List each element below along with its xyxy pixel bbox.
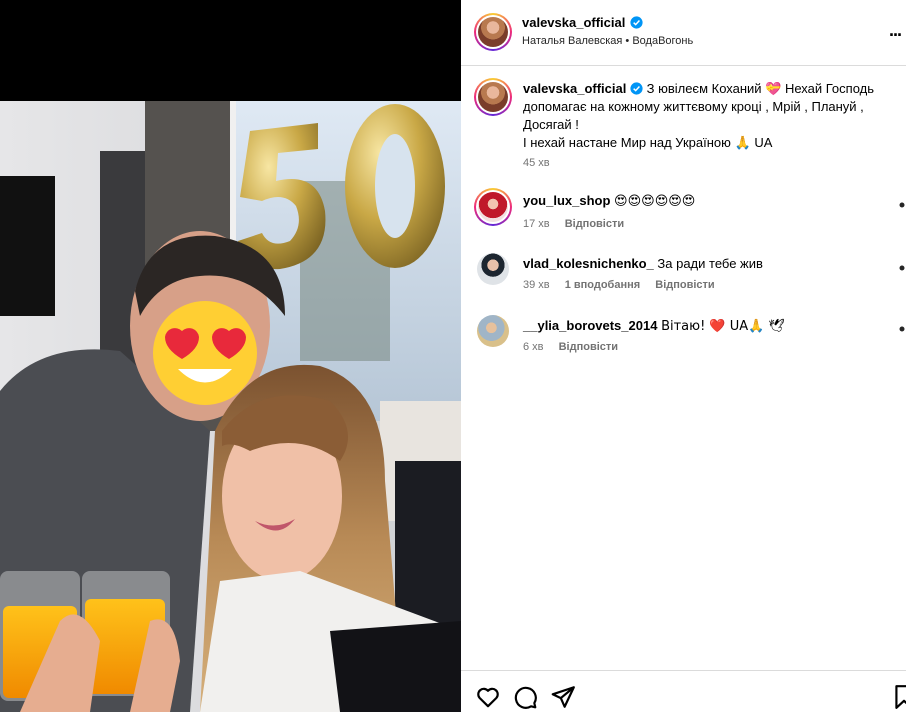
author-username[interactable]: valevska_official (522, 15, 625, 30)
comment-meta: 39 хв 1 вподобання Відповісти (523, 279, 727, 291)
comment-text: Вітаю! ❤️ UA🙏 🕊 (661, 319, 785, 334)
bookmark-icon[interactable] (891, 684, 906, 710)
comment-time: 39 хв (523, 279, 550, 291)
comment-item: you_lux_shop 😍😍😍😍😍😍 (523, 192, 695, 211)
comment-time: 6 хв (523, 341, 544, 353)
comment-text: 😍😍😍😍😍😍 (614, 194, 696, 209)
caption-line-2: допомагає на кожному життєвому кроці , М… (523, 99, 864, 114)
post-photo[interactable] (0, 101, 461, 712)
heart-icon[interactable] (898, 325, 906, 333)
more-icon[interactable]: ... (889, 20, 902, 41)
comment-icon[interactable] (512, 684, 538, 710)
comment-likes[interactable]: 1 вподобання (565, 279, 640, 291)
caption-timestamp: 45 хв (523, 157, 550, 169)
comment-meta: 17 хв Відповісти (523, 218, 636, 230)
comment-meta: 6 хв Відповісти (523, 341, 630, 353)
caption-author-avatar[interactable] (474, 78, 512, 116)
author-avatar[interactable] (474, 13, 512, 51)
comment-text: За ради тебе жив (657, 256, 763, 271)
post-header: valevska_official Наталья Валевская • Во… (461, 0, 906, 66)
verified-icon (630, 16, 643, 29)
post-media (0, 0, 461, 712)
post-caption: valevska_official З ювілеєм Коханий 💝 Не… (523, 80, 893, 152)
heart-icon[interactable] (475, 684, 501, 710)
caption-line-4: І нехай настане Мир над Україною 🙏 UA (523, 135, 773, 150)
comment-avatar[interactable] (477, 315, 509, 347)
verified-icon (630, 82, 643, 95)
comment-avatar[interactable] (477, 253, 509, 285)
caption-line-1: З ювілеєм Коханий 💝 Нехай Господь (646, 81, 875, 96)
caption-line-3: Досягай ! (523, 117, 579, 132)
comment-time: 17 хв (523, 218, 550, 230)
comment-username[interactable]: __ylia_borovets_2014 (523, 318, 657, 333)
post-side-panel: valevska_official Наталья Валевская • Во… (461, 0, 906, 712)
comment-username[interactable]: vlad_kolesnichenko_ (523, 256, 654, 271)
photo-illustration (0, 101, 461, 712)
heart-icon[interactable] (898, 201, 906, 209)
comment-item: __ylia_borovets_2014 Вітаю! ❤️ UA🙏 🕊 (523, 317, 785, 336)
heart-icon[interactable] (898, 264, 906, 272)
reply-button[interactable]: Відповісти (565, 218, 624, 230)
comment-avatar[interactable] (474, 188, 512, 226)
reply-button[interactable]: Відповісти (559, 341, 618, 353)
comment-username[interactable]: you_lux_shop (523, 193, 610, 208)
reply-button[interactable]: Відповісти (655, 279, 714, 291)
share-icon[interactable] (550, 684, 576, 710)
comment-item: vlad_kolesnichenko_ За ради тебе жив (523, 255, 763, 273)
post-actions-bar (461, 670, 906, 712)
post-location[interactable]: Наталья Валевская • ВодаВогонь (522, 35, 693, 47)
caption-username[interactable]: valevska_official (523, 81, 626, 96)
